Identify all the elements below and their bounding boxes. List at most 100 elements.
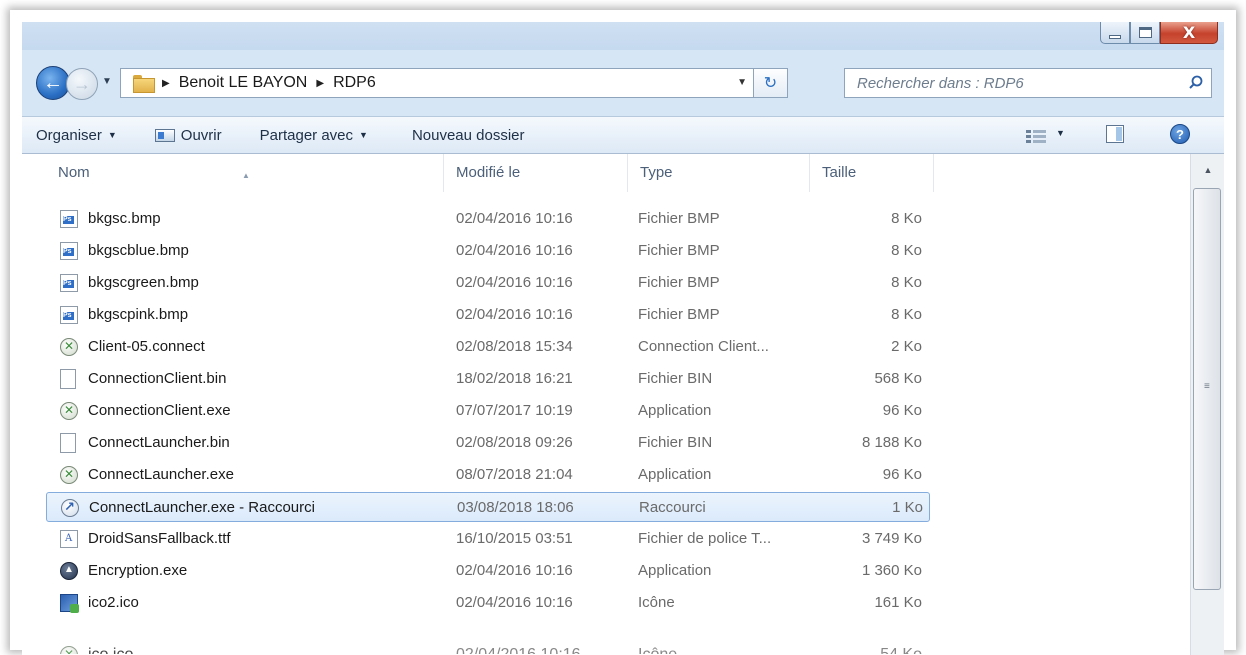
file-modified: 02/04/2016 10:16 bbox=[456, 562, 573, 579]
file-size: 1 360 Ko bbox=[861, 562, 922, 579]
breadcrumb-current-folder[interactable]: RDP6 bbox=[333, 74, 376, 92]
chevron-down-icon: ▼ bbox=[359, 130, 368, 140]
column-header-size[interactable]: Taille bbox=[810, 154, 934, 192]
search-box[interactable] bbox=[844, 68, 1212, 98]
file-modified: 16/10/2015 03:51 bbox=[456, 530, 573, 547]
minimize-icon bbox=[1109, 34, 1121, 39]
view-options-dropdown-icon[interactable]: ▼ bbox=[1056, 128, 1065, 138]
organize-label: Organiser bbox=[36, 126, 102, 144]
file-type: Fichier BMP bbox=[638, 306, 720, 323]
file-size: 1 Ko bbox=[892, 499, 923, 516]
preview-pane-icon[interactable] bbox=[1106, 125, 1124, 143]
arrow-right-icon: → bbox=[73, 73, 91, 94]
file-type: Application bbox=[638, 562, 712, 579]
vertical-scrollbar[interactable]: ▲ ≡ bbox=[1190, 154, 1224, 655]
file-row[interactable]: ico2.ico 02/04/2016 10:16 Icône 161 Ko bbox=[46, 588, 930, 618]
back-button[interactable]: ← bbox=[36, 66, 70, 100]
minimize-button[interactable] bbox=[1100, 22, 1130, 44]
file-name: ico.ico bbox=[88, 640, 133, 654]
file-type: Connection Client... bbox=[638, 338, 769, 355]
breadcrumb-separator-icon[interactable]: ▶ bbox=[162, 78, 170, 89]
file-row[interactable]: bkgscpink.bmp 02/04/2016 10:16 Fichier BMP… bbox=[46, 300, 930, 330]
file-row[interactable]: ConnectLauncher.exe 08/07/2018 21:04 Appli… bbox=[46, 460, 930, 490]
file-row[interactable]: ConnectLauncher.bin 02/08/2018 09:26 Fichi… bbox=[46, 428, 930, 458]
file-row[interactable]: bkgscgreen.bmp 02/04/2016 10:16 Fichier BM… bbox=[46, 268, 930, 298]
file-row-partial[interactable]: ico.ico 02/04/2016 10:16 Icône 54 Ko bbox=[46, 624, 930, 654]
scrollbar-thumb[interactable]: ≡ bbox=[1193, 188, 1221, 590]
address-dropdown-icon[interactable]: ▼ bbox=[737, 77, 747, 88]
file-row[interactable]: Encryption.exe 02/04/2016 10:16 Applicatio… bbox=[46, 556, 930, 586]
file-name: Encryption.exe bbox=[88, 562, 188, 579]
view-options-icon[interactable] bbox=[1026, 129, 1048, 143]
file-type: Icône bbox=[638, 594, 675, 611]
file-row-selected[interactable]: ConnectLauncher.exe - Raccourci 03/08/201… bbox=[46, 492, 930, 522]
file-modified: 07/07/2017 10:19 bbox=[456, 402, 573, 419]
share-menu[interactable]: Partager avec ▼ bbox=[260, 127, 368, 144]
address-bar[interactable]: ▶ Benoit LE BAYON ▶ RDP6 ▼ ↻ bbox=[120, 68, 788, 98]
close-icon: X bbox=[1182, 23, 1196, 42]
open-button[interactable]: Ouvrir bbox=[154, 127, 222, 144]
chevron-down-icon: ▼ bbox=[107, 130, 117, 140]
arrow-left-icon: ← bbox=[43, 71, 63, 94]
file-modified: 03/08/2018 18:06 bbox=[457, 499, 574, 516]
file-type: Icône bbox=[638, 640, 816, 654]
search-icon[interactable] bbox=[1189, 75, 1203, 89]
file-modified: 02/04/2016 10:16 bbox=[456, 306, 573, 323]
forward-button[interactable]: → bbox=[66, 68, 98, 100]
file-type: Fichier BIN bbox=[638, 370, 713, 387]
bmp-file-icon bbox=[60, 274, 78, 292]
file-size: 96 Ko bbox=[882, 402, 922, 419]
bmp-file-icon bbox=[60, 242, 78, 260]
file-modified: 02/04/2016 10:16 bbox=[456, 210, 573, 227]
file-row[interactable]: Client-05.connect 02/08/2018 15:34 Connect… bbox=[46, 332, 930, 362]
recent-pages-dropdown[interactable]: ▼ bbox=[102, 76, 112, 87]
bmp-file-icon bbox=[60, 306, 78, 324]
navigation-row: ← → ▼ ▶ Benoit LE BAYON ▶ RDP6 ▼ ↻ bbox=[22, 62, 1224, 102]
file-modified: 02/04/2016 10:16 bbox=[456, 640, 581, 654]
file-row[interactable]: ConnectionClient.bin 18/02/2018 16:21 Fich… bbox=[46, 364, 930, 394]
file-type: Fichier BMP bbox=[638, 274, 720, 291]
file-size: 8 Ko bbox=[891, 210, 922, 227]
refresh-button[interactable]: ↻ bbox=[753, 69, 787, 97]
file-row[interactable]: DroidSansFallback.ttf 16/10/2015 03:51 Fic… bbox=[46, 524, 930, 554]
blank-file-icon bbox=[60, 433, 76, 453]
file-size: 8 188 Ko bbox=[861, 434, 922, 451]
file-modified: 02/04/2016 10:16 bbox=[456, 594, 573, 611]
bmp-file-icon bbox=[60, 210, 78, 228]
file-row[interactable]: bkgscblue.bmp 02/04/2016 10:16 Fichier BMP… bbox=[46, 236, 930, 266]
file-size: 8 Ko bbox=[891, 242, 922, 259]
help-icon[interactable]: ? bbox=[1170, 124, 1190, 144]
new-folder-button[interactable]: Nouveau dossier bbox=[412, 127, 525, 144]
connection-client-icon bbox=[60, 466, 78, 484]
file-size: 568 Ko bbox=[874, 370, 922, 387]
file-size: 2 Ko bbox=[891, 338, 922, 355]
column-header-name[interactable]: Nom ▲ bbox=[46, 154, 444, 192]
grip-icon: ≡ bbox=[1204, 381, 1210, 392]
refresh-icon: ↻ bbox=[763, 75, 778, 92]
ico-file-icon bbox=[60, 594, 79, 613]
file-type: Application bbox=[638, 466, 712, 483]
file-type: Fichier de police T... bbox=[638, 530, 772, 547]
open-icon bbox=[154, 128, 175, 142]
column-header-modified[interactable]: Modifié le bbox=[444, 154, 628, 192]
file-name: Client-05.connect bbox=[88, 338, 205, 355]
column-header-type[interactable]: Type bbox=[628, 154, 810, 192]
search-input[interactable] bbox=[845, 70, 1165, 96]
file-size: 161 Ko bbox=[874, 594, 922, 611]
file-name: bkgscpink.bmp bbox=[88, 306, 189, 323]
maximize-icon bbox=[1138, 27, 1152, 38]
folder-icon bbox=[133, 75, 155, 93]
file-modified: 18/02/2018 16:21 bbox=[456, 370, 573, 387]
column-header-size-label: Taille bbox=[822, 164, 857, 181]
breadcrumb-user-folder[interactable]: Benoit LE BAYON bbox=[179, 74, 308, 92]
connection-client-icon bbox=[60, 338, 78, 356]
title-bar[interactable]: X bbox=[22, 22, 1224, 50]
breadcrumb-separator-icon[interactable]: ▶ bbox=[316, 78, 324, 89]
file-list: Nom ▲ Modifié le Type Taille bkgsc.bmp 02… bbox=[22, 154, 1190, 655]
scroll-up-arrow-icon[interactable]: ▲ bbox=[1191, 154, 1224, 186]
organize-menu[interactable]: Organiser ▼ bbox=[36, 127, 117, 144]
close-button[interactable]: X bbox=[1160, 22, 1218, 44]
file-row[interactable]: ConnectionClient.exe 07/07/2017 10:19 Appl… bbox=[46, 396, 930, 426]
maximize-button[interactable] bbox=[1130, 22, 1160, 44]
file-row[interactable]: bkgsc.bmp 02/04/2016 10:16 Fichier BMP 8 Ko bbox=[46, 204, 930, 234]
